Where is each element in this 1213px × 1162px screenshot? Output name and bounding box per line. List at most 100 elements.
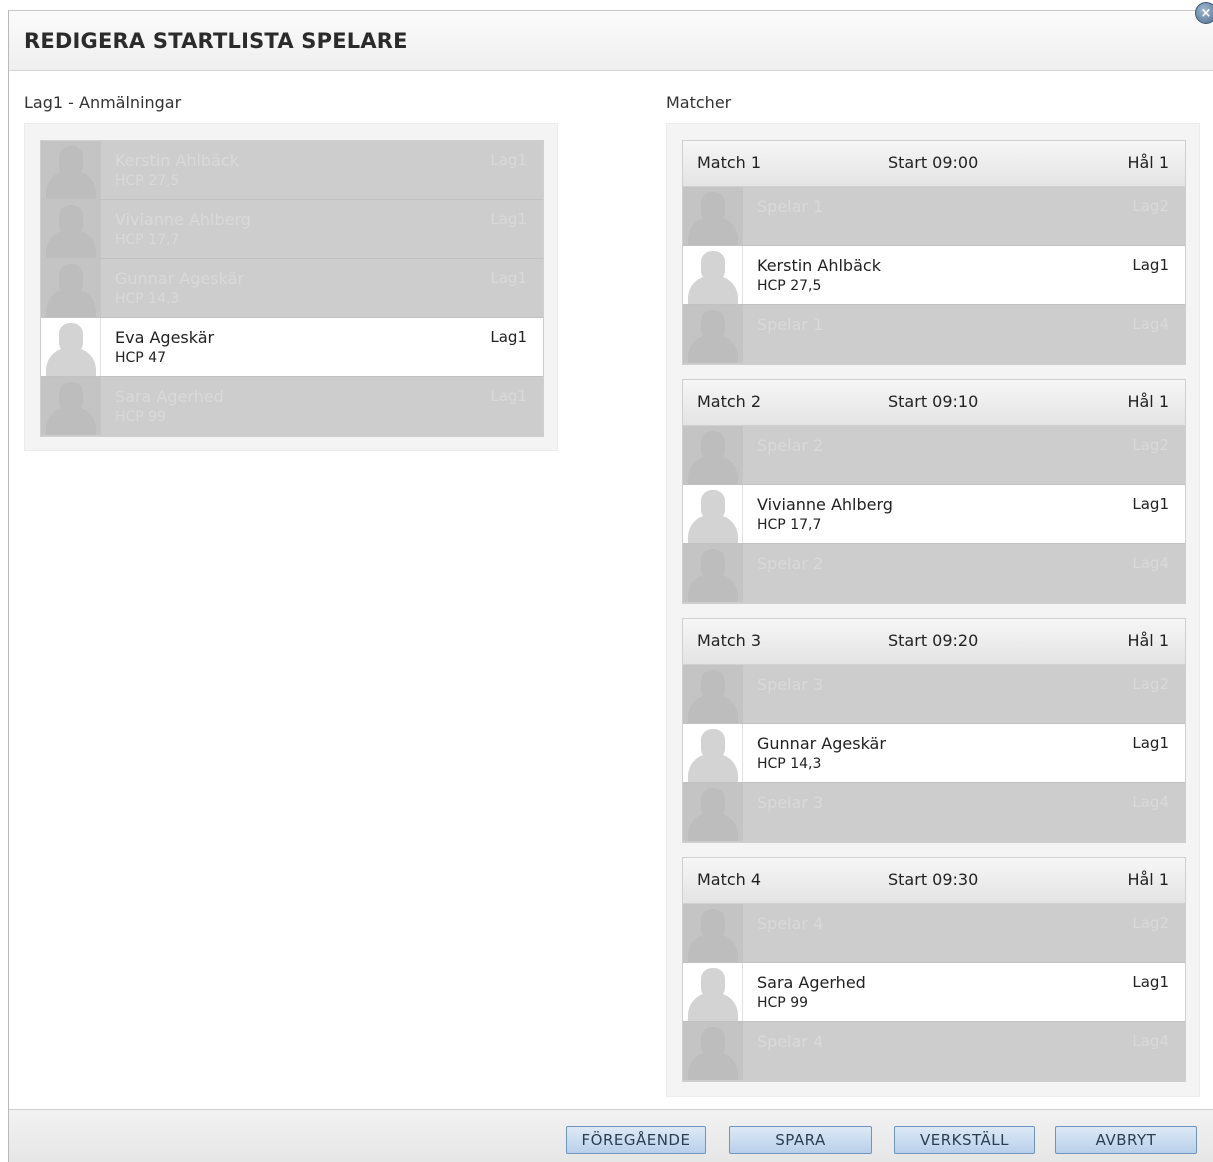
player-info: Gunnar Ageskär HCP 14,3 Lag1 bbox=[101, 259, 543, 317]
player-hcp: HCP 14,3 bbox=[115, 291, 180, 307]
player-team: Lag2 bbox=[1132, 436, 1169, 454]
player-name: Spelar 3 bbox=[757, 675, 824, 694]
avatar-body bbox=[688, 574, 738, 602]
player-team: Lag1 bbox=[490, 328, 527, 346]
player-team: Lag2 bbox=[1132, 197, 1169, 215]
avatar-icon bbox=[683, 485, 743, 543]
avatar-icon bbox=[41, 141, 101, 199]
avatar-icon bbox=[683, 783, 743, 841]
player-row[interactable]: Spelar 2 Lag4 bbox=[683, 544, 1185, 603]
player-name: Spelar 4 bbox=[757, 1032, 824, 1051]
player-name: Sara Agerhed bbox=[115, 387, 224, 406]
previous-button[interactable]: FÖREGÅENDE bbox=[566, 1126, 706, 1154]
match-card: Match 4 Start 09:30 Hål 1 Spelar 4 Lag2 Sara … bbox=[682, 857, 1186, 1082]
apply-button[interactable]: VERKSTÄLL bbox=[894, 1126, 1035, 1154]
close-icon[interactable]: × bbox=[1195, 2, 1213, 24]
avatar-icon bbox=[683, 665, 743, 723]
player-hcp: HCP 14,3 bbox=[757, 756, 822, 772]
avatar-body bbox=[46, 289, 96, 317]
player-hcp: HCP 99 bbox=[757, 995, 809, 1011]
match-header: Match 4 Start 09:30 Hål 1 bbox=[683, 858, 1185, 904]
player-row[interactable]: Sara Agerhed HCP 99 Lag1 bbox=[41, 377, 543, 436]
avatar-icon bbox=[41, 259, 101, 317]
player-row[interactable]: Kerstin Ahlbäck HCP 27,5 Lag1 bbox=[683, 246, 1185, 305]
match-hole: Hål 1 bbox=[1127, 153, 1169, 172]
player-row[interactable]: Spelar 3 Lag2 bbox=[683, 665, 1185, 724]
registrations-label: Lag1 - Anmälningar bbox=[24, 93, 182, 112]
player-info: Kerstin Ahlbäck HCP 27,5 Lag1 bbox=[743, 246, 1185, 304]
avatar-icon bbox=[683, 305, 743, 363]
avatar-icon bbox=[683, 1022, 743, 1080]
edit-startlist-dialog: REDIGERA STARTLISTA SPELARE × Lag1 - Anm… bbox=[8, 2, 1213, 1162]
match-card: Match 2 Start 09:10 Hål 1 Spelar 2 Lag2 Vivia… bbox=[682, 379, 1186, 604]
player-info: Vivianne Ahlberg HCP 17,7 Lag1 bbox=[743, 485, 1185, 543]
avatar-body bbox=[46, 407, 96, 435]
player-info: Vivianne Ahlberg HCP 17,7 Lag1 bbox=[101, 200, 543, 258]
player-team: Lag1 bbox=[1132, 973, 1169, 991]
player-info: Sara Agerhed HCP 99 Lag1 bbox=[743, 963, 1185, 1021]
player-row[interactable]: Spelar 2 Lag2 bbox=[683, 426, 1185, 485]
player-hcp: HCP 27,5 bbox=[757, 278, 822, 294]
avatar-icon bbox=[683, 246, 743, 304]
player-row[interactable]: Spelar 4 Lag2 bbox=[683, 904, 1185, 963]
avatar-body bbox=[46, 171, 96, 199]
player-name: Spelar 1 bbox=[757, 197, 824, 216]
registrations-panel: Kerstin Ahlbäck HCP 27,5 Lag1 Vivianne Ahlb… bbox=[24, 123, 558, 451]
cancel-button[interactable]: AVBRYT bbox=[1055, 1126, 1197, 1154]
player-name: Spelar 2 bbox=[757, 554, 824, 573]
player-info: Sara Agerhed HCP 99 Lag1 bbox=[101, 377, 543, 436]
avatar-body bbox=[688, 335, 738, 363]
player-row[interactable]: Spelar 4 Lag4 bbox=[683, 1022, 1185, 1081]
avatar-icon bbox=[683, 904, 743, 962]
match-header: Match 3 Start 09:20 Hål 1 bbox=[683, 619, 1185, 665]
match-start-time: Start 09:10 bbox=[888, 392, 979, 411]
match-card: Match 3 Start 09:20 Hål 1 Spelar 3 Lag2 Gunna… bbox=[682, 618, 1186, 843]
avatar-icon bbox=[41, 200, 101, 258]
player-row[interactable]: Gunnar Ageskär HCP 14,3 Lag1 bbox=[41, 259, 543, 318]
player-row[interactable]: Vivianne Ahlberg HCP 17,7 Lag1 bbox=[41, 200, 543, 259]
player-name: Vivianne Ahlberg bbox=[115, 210, 251, 229]
player-row[interactable]: Spelar 3 Lag4 bbox=[683, 783, 1185, 842]
match-name: Match 3 bbox=[697, 631, 762, 650]
avatar-body bbox=[46, 348, 96, 376]
player-team: Lag1 bbox=[490, 269, 527, 287]
avatar-body bbox=[46, 230, 96, 258]
avatar-body bbox=[688, 1052, 738, 1080]
match-start-time: Start 09:20 bbox=[888, 631, 979, 650]
player-name: Spelar 1 bbox=[757, 315, 824, 334]
avatar-body bbox=[688, 993, 738, 1021]
avatar-body bbox=[688, 934, 738, 962]
player-hcp: HCP 47 bbox=[115, 350, 167, 366]
save-button[interactable]: SPARA bbox=[729, 1126, 872, 1154]
dialog-title: REDIGERA STARTLISTA SPELARE bbox=[24, 28, 408, 53]
player-hcp: HCP 99 bbox=[115, 409, 167, 425]
avatar-body bbox=[688, 456, 738, 484]
player-info: Spelar 2 Lag4 bbox=[743, 544, 1185, 603]
player-name: Spelar 3 bbox=[757, 793, 824, 812]
player-team: Lag4 bbox=[1132, 1032, 1169, 1050]
matches-panel: Match 1 Start 09:00 Hål 1 Spelar 1 Lag2 Kerst… bbox=[666, 123, 1200, 1097]
player-hcp: HCP 17,7 bbox=[757, 517, 822, 533]
player-info: Spelar 2 Lag2 bbox=[743, 426, 1185, 484]
player-name: Kerstin Ahlbäck bbox=[757, 256, 881, 275]
match-name: Match 2 bbox=[697, 392, 762, 411]
player-row[interactable]: Spelar 1 Lag2 bbox=[683, 187, 1185, 246]
player-name: Vivianne Ahlberg bbox=[757, 495, 893, 514]
player-row[interactable]: Eva Ageskär HCP 47 Lag1 bbox=[41, 318, 543, 377]
match-header: Match 1 Start 09:00 Hål 1 bbox=[683, 141, 1185, 187]
avatar-body bbox=[688, 515, 738, 543]
player-team: Lag1 bbox=[1132, 495, 1169, 513]
player-row[interactable]: Spelar 1 Lag4 bbox=[683, 305, 1185, 364]
player-row[interactable]: Sara Agerhed HCP 99 Lag1 bbox=[683, 963, 1185, 1022]
player-info: Spelar 4 Lag2 bbox=[743, 904, 1185, 962]
match-header: Match 2 Start 09:10 Hål 1 bbox=[683, 380, 1185, 426]
player-name: Gunnar Ageskär bbox=[757, 734, 886, 753]
player-row[interactable]: Kerstin Ahlbäck HCP 27,5 Lag1 bbox=[41, 141, 543, 200]
registrations-list: Kerstin Ahlbäck HCP 27,5 Lag1 Vivianne Ahlb… bbox=[40, 140, 544, 437]
avatar-body bbox=[688, 276, 738, 304]
player-team: Lag1 bbox=[1132, 256, 1169, 274]
player-row[interactable]: Gunnar Ageskär HCP 14,3 Lag1 bbox=[683, 724, 1185, 783]
player-info: Eva Ageskär HCP 47 Lag1 bbox=[101, 318, 543, 376]
player-info: Spelar 3 Lag2 bbox=[743, 665, 1185, 723]
player-row[interactable]: Vivianne Ahlberg HCP 17,7 Lag1 bbox=[683, 485, 1185, 544]
